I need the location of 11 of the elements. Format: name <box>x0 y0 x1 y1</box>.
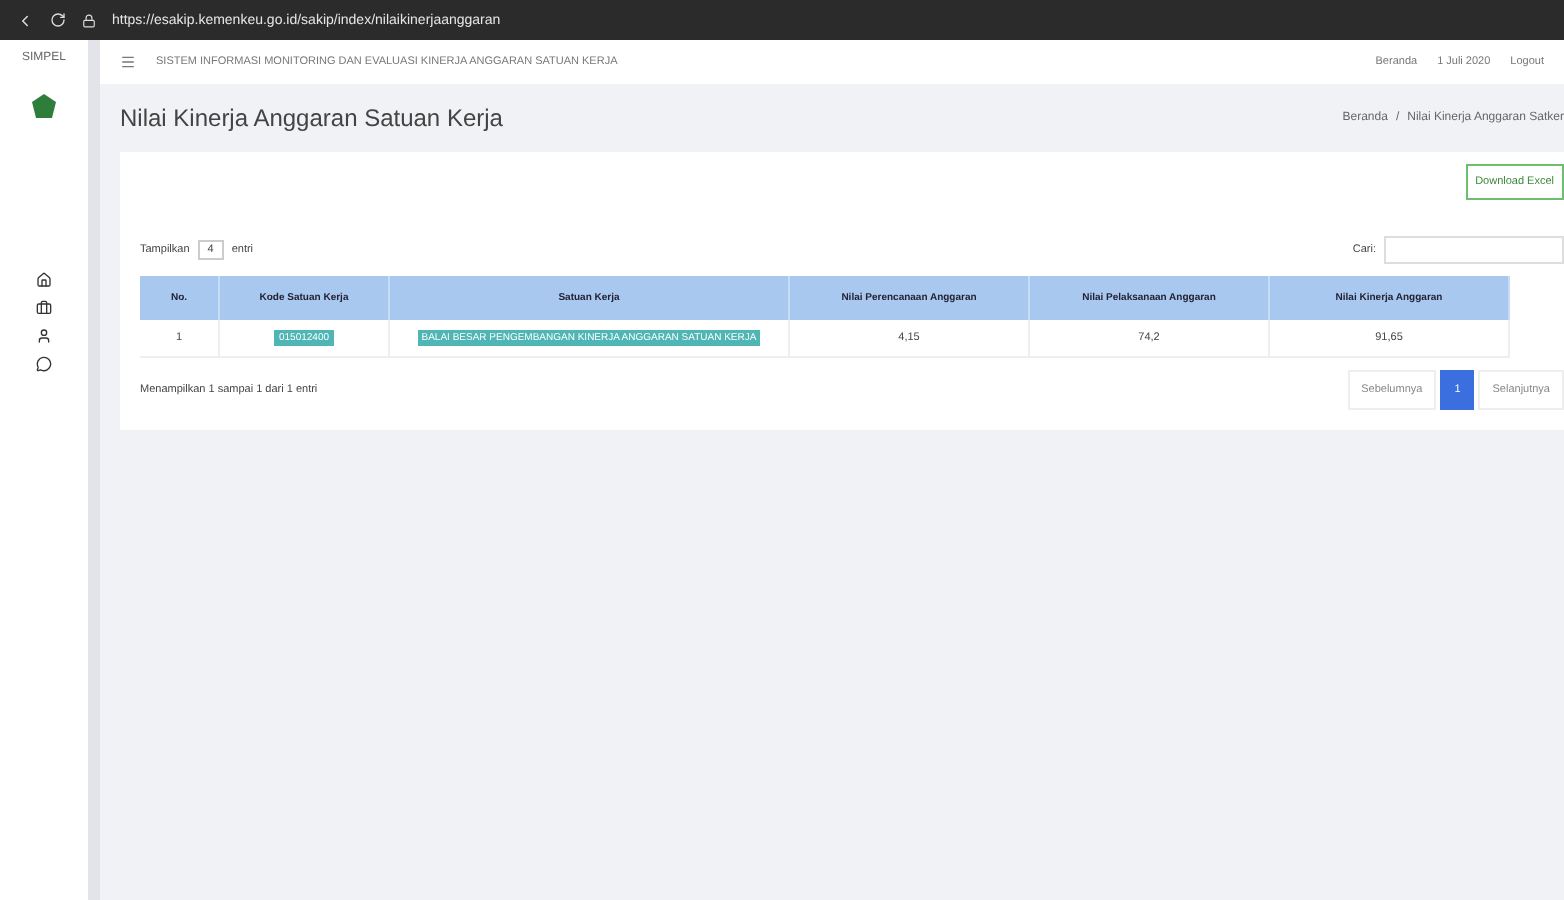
reload-icon[interactable] <box>50 12 66 28</box>
chat-icon[interactable] <box>36 356 52 372</box>
briefcase-icon[interactable] <box>36 300 52 316</box>
logo-icon <box>30 92 58 120</box>
menu-icon[interactable] <box>120 54 136 70</box>
user-icon[interactable] <box>36 328 52 344</box>
back-icon[interactable] <box>16 11 34 29</box>
home-icon[interactable] <box>36 272 52 288</box>
lock-icon <box>82 13 96 27</box>
search-field[interactable] <box>1384 236 1564 264</box>
page-title: Nilai Kinerja Anggaran Satuan Kerja <box>120 104 503 132</box>
